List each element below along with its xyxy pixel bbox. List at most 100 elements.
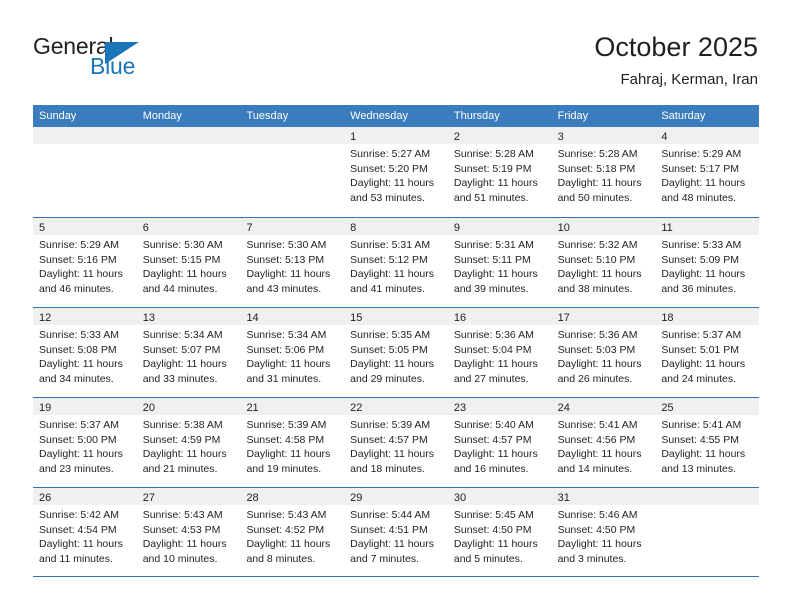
day-detail-line: Sunrise: 5:37 AM xyxy=(39,419,119,431)
day-details: Sunrise: 5:30 AM Sunset: 5:13 PM Daylight:… xyxy=(240,235,344,296)
calendar-day-cell[interactable]: 16 Sunrise: 5:36 AM Sunset: 5:04 PM Dayligh… xyxy=(447,308,552,397)
calendar-day-cell[interactable]: 31 Sunrise: 5:46 AM Sunset: 4:50 PM Dayligh… xyxy=(551,488,656,576)
day-detail-line: Daylight: 11 hours xyxy=(557,448,642,460)
day-number-bar: 15 xyxy=(344,308,448,325)
day-detail-line: and 5 minutes. xyxy=(453,552,523,565)
day-detail-line: and 10 minutes. xyxy=(142,552,218,565)
calendar-day-cell[interactable]: 30 Sunrise: 5:45 AM Sunset: 4:50 PM Dayligh… xyxy=(447,488,552,576)
day-number-bar: 2 xyxy=(447,127,552,144)
weekday-header-saturday: Saturday xyxy=(661,110,706,122)
day-details: Sunrise: 5:29 AM Sunset: 5:17 PM Daylight:… xyxy=(655,144,759,205)
calendar-day-cell[interactable]: 15 Sunrise: 5:35 AM Sunset: 5:05 PM Dayligh… xyxy=(344,308,448,397)
day-detail-line: Sunset: 4:56 PM xyxy=(557,433,636,446)
day-detail-line: Sunrise: 5:39 AM xyxy=(350,419,431,431)
day-detail-line: Daylight: 11 hours xyxy=(453,538,538,550)
day-number: 26 xyxy=(39,492,52,504)
day-detail-line: Sunset: 4:59 PM xyxy=(142,433,221,446)
calendar-day-cell[interactable]: 28 Sunrise: 5:43 AM Sunset: 4:52 PM Dayligh… xyxy=(240,488,345,576)
calendar-day-cell[interactable]: 24 Sunrise: 5:41 AM Sunset: 4:56 PM Dayligh… xyxy=(551,398,656,487)
day-detail-line: Daylight: 11 hours xyxy=(557,538,642,550)
day-details: Sunrise: 5:43 AM Sunset: 4:52 PM Daylight:… xyxy=(240,505,344,566)
logo-text-blue: Blue xyxy=(90,53,136,79)
calendar-day-cell[interactable]: 2 Sunrise: 5:28 AM Sunset: 5:19 PM Daylight… xyxy=(447,127,552,217)
day-detail-line: Daylight: 11 hours xyxy=(557,358,642,370)
calendar-day-cell[interactable]: 27 Sunrise: 5:43 AM Sunset: 4:53 PM Dayligh… xyxy=(136,488,241,576)
day-number: 17 xyxy=(557,312,570,324)
calendar-day-cell[interactable]: 9 Sunrise: 5:31 AM Sunset: 5:11 PM Daylight… xyxy=(447,218,552,307)
calendar-day-cell[interactable]: 21 Sunrise: 5:39 AM Sunset: 4:58 PM Dayligh… xyxy=(240,398,345,487)
day-detail-line: Daylight: 11 hours xyxy=(350,177,435,189)
calendar-day-cell[interactable]: 4 Sunrise: 5:29 AM Sunset: 5:17 PM Daylight… xyxy=(655,127,760,217)
day-detail-line: Daylight: 11 hours xyxy=(246,448,331,460)
day-detail-line: Sunset: 5:17 PM xyxy=(661,162,739,175)
day-detail-line: Sunrise: 5:33 AM xyxy=(661,239,742,251)
day-detail-line: and 3 minutes. xyxy=(557,552,627,565)
day-detail-line: Sunrise: 5:36 AM xyxy=(453,329,534,341)
calendar-day-cell[interactable]: 11 Sunrise: 5:33 AM Sunset: 5:09 PM Dayligh… xyxy=(655,218,760,307)
calendar-page: General Blue October 2025 Fahraj, Kerman… xyxy=(0,0,792,612)
calendar-day-cell-empty xyxy=(136,127,241,217)
calendar-day-cell[interactable]: 17 Sunrise: 5:36 AM Sunset: 5:03 PM Dayligh… xyxy=(551,308,656,397)
day-detail-line: Sunset: 5:09 PM xyxy=(661,253,739,266)
day-detail-line: Sunrise: 5:30 AM xyxy=(142,239,223,251)
calendar-day-cell[interactable]: 18 Sunrise: 5:37 AM Sunset: 5:01 PM Dayligh… xyxy=(655,308,760,397)
day-number: 20 xyxy=(142,402,155,414)
day-number-bar: 16 xyxy=(447,308,552,325)
day-detail-line: Sunset: 4:57 PM xyxy=(453,433,532,446)
day-detail-line: and 39 minutes. xyxy=(453,282,529,295)
day-detail-line: Sunrise: 5:30 AM xyxy=(246,239,327,251)
calendar-day-cell[interactable]: 19 Sunrise: 5:37 AM Sunset: 5:00 PM Dayligh… xyxy=(33,398,137,487)
day-details: Sunrise: 5:33 AM Sunset: 5:08 PM Daylight:… xyxy=(33,325,137,386)
calendar-day-cell[interactable]: 29 Sunrise: 5:44 AM Sunset: 4:51 PM Dayligh… xyxy=(344,488,448,576)
day-detail-line: and 43 minutes. xyxy=(246,282,322,295)
calendar-day-cell[interactable]: 5 Sunrise: 5:29 AM Sunset: 5:16 PM Daylight… xyxy=(33,218,137,307)
calendar-day-cell[interactable]: 10 Sunrise: 5:32 AM Sunset: 5:10 PM Dayligh… xyxy=(551,218,656,307)
day-details: Sunrise: 5:41 AM Sunset: 4:55 PM Daylight:… xyxy=(655,415,759,476)
day-number: 30 xyxy=(453,492,467,504)
day-detail-line: Sunset: 4:52 PM xyxy=(246,523,325,536)
day-detail-line: and 33 minutes. xyxy=(142,372,218,385)
day-number-bar xyxy=(136,127,241,144)
day-detail-line: Sunset: 4:50 PM xyxy=(453,523,532,536)
day-number: 27 xyxy=(142,492,155,504)
day-details: Sunrise: 5:40 AM Sunset: 4:57 PM Daylight:… xyxy=(448,415,552,476)
day-details: Sunrise: 5:35 AM Sunset: 5:05 PM Daylight:… xyxy=(344,325,448,386)
calendar-week-row: 26 Sunrise: 5:42 AM Sunset: 4:54 PM Dayligh… xyxy=(33,487,760,577)
calendar-day-cell[interactable]: 7 Sunrise: 5:30 AM Sunset: 5:13 PM Daylight… xyxy=(240,218,345,307)
day-detail-line: Sunrise: 5:44 AM xyxy=(350,509,431,521)
day-detail-line: Sunset: 5:19 PM xyxy=(453,162,532,175)
calendar-grid: Sunday Monday Tuesday Wednesday Thursday Frid… xyxy=(33,105,760,577)
calendar-day-cell[interactable]: 1 Sunrise: 5:27 AM Sunset: 5:20 PM Daylight… xyxy=(344,127,448,217)
calendar-day-cell[interactable]: 3 Sunrise: 5:28 AM Sunset: 5:18 PM Daylight… xyxy=(551,127,656,217)
calendar-day-cell[interactable]: 14 Sunrise: 5:34 AM Sunset: 5:06 PM Dayligh… xyxy=(240,308,345,397)
day-detail-line: Daylight: 11 hours xyxy=(246,268,331,280)
day-number-bar xyxy=(240,127,345,144)
day-number-bar: 27 xyxy=(136,488,241,505)
calendar-day-cell[interactable]: 22 Sunrise: 5:39 AM Sunset: 4:57 PM Dayligh… xyxy=(344,398,448,487)
calendar-day-cell[interactable]: 8 Sunrise: 5:31 AM Sunset: 5:12 PM Daylight… xyxy=(344,218,448,307)
general-blue-logo[interactable]: General Blue xyxy=(33,33,163,81)
calendar-day-cell[interactable]: 20 Sunrise: 5:38 AM Sunset: 4:59 PM Dayligh… xyxy=(136,398,241,487)
day-details: Sunrise: 5:39 AM Sunset: 4:58 PM Daylight:… xyxy=(240,415,344,476)
day-details: Sunrise: 5:31 AM Sunset: 5:12 PM Daylight:… xyxy=(344,235,448,296)
title-block: October 2025 Fahraj, Kerman, Iran xyxy=(594,31,758,89)
day-detail-line: Sunrise: 5:41 AM xyxy=(661,419,742,431)
page-subtitle: Fahraj, Kerman, Iran xyxy=(620,71,758,88)
day-detail-line: Sunset: 5:11 PM xyxy=(453,253,531,266)
calendar-day-cell[interactable]: 23 Sunrise: 5:40 AM Sunset: 4:57 PM Dayligh… xyxy=(447,398,552,487)
day-number: 1 xyxy=(350,131,357,143)
calendar-day-cell[interactable]: 12 Sunrise: 5:33 AM Sunset: 5:08 PM Dayligh… xyxy=(33,308,137,397)
calendar-day-cell[interactable]: 6 Sunrise: 5:30 AM Sunset: 5:15 PM Daylight… xyxy=(136,218,241,307)
calendar-day-cell[interactable]: 25 Sunrise: 5:41 AM Sunset: 4:55 PM Dayligh… xyxy=(655,398,760,487)
calendar-day-cell[interactable]: 13 Sunrise: 5:34 AM Sunset: 5:07 PM Dayligh… xyxy=(136,308,241,397)
day-detail-line: Daylight: 11 hours xyxy=(39,268,123,280)
day-number: 29 xyxy=(350,492,363,504)
day-number: 28 xyxy=(246,492,259,504)
weekday-header-thursday: Thursday xyxy=(453,110,500,122)
day-details: Sunrise: 5:30 AM Sunset: 5:15 PM Daylight:… xyxy=(137,235,241,296)
day-detail-line: and 26 minutes. xyxy=(557,372,633,385)
calendar-day-cell[interactable]: 26 Sunrise: 5:42 AM Sunset: 4:54 PM Dayligh… xyxy=(33,488,137,576)
calendar-day-cell-empty xyxy=(240,127,345,217)
weekday-header-wednesday: Wednesday xyxy=(350,110,409,122)
day-details: Sunrise: 5:36 AM Sunset: 5:03 PM Daylight:… xyxy=(552,325,656,386)
